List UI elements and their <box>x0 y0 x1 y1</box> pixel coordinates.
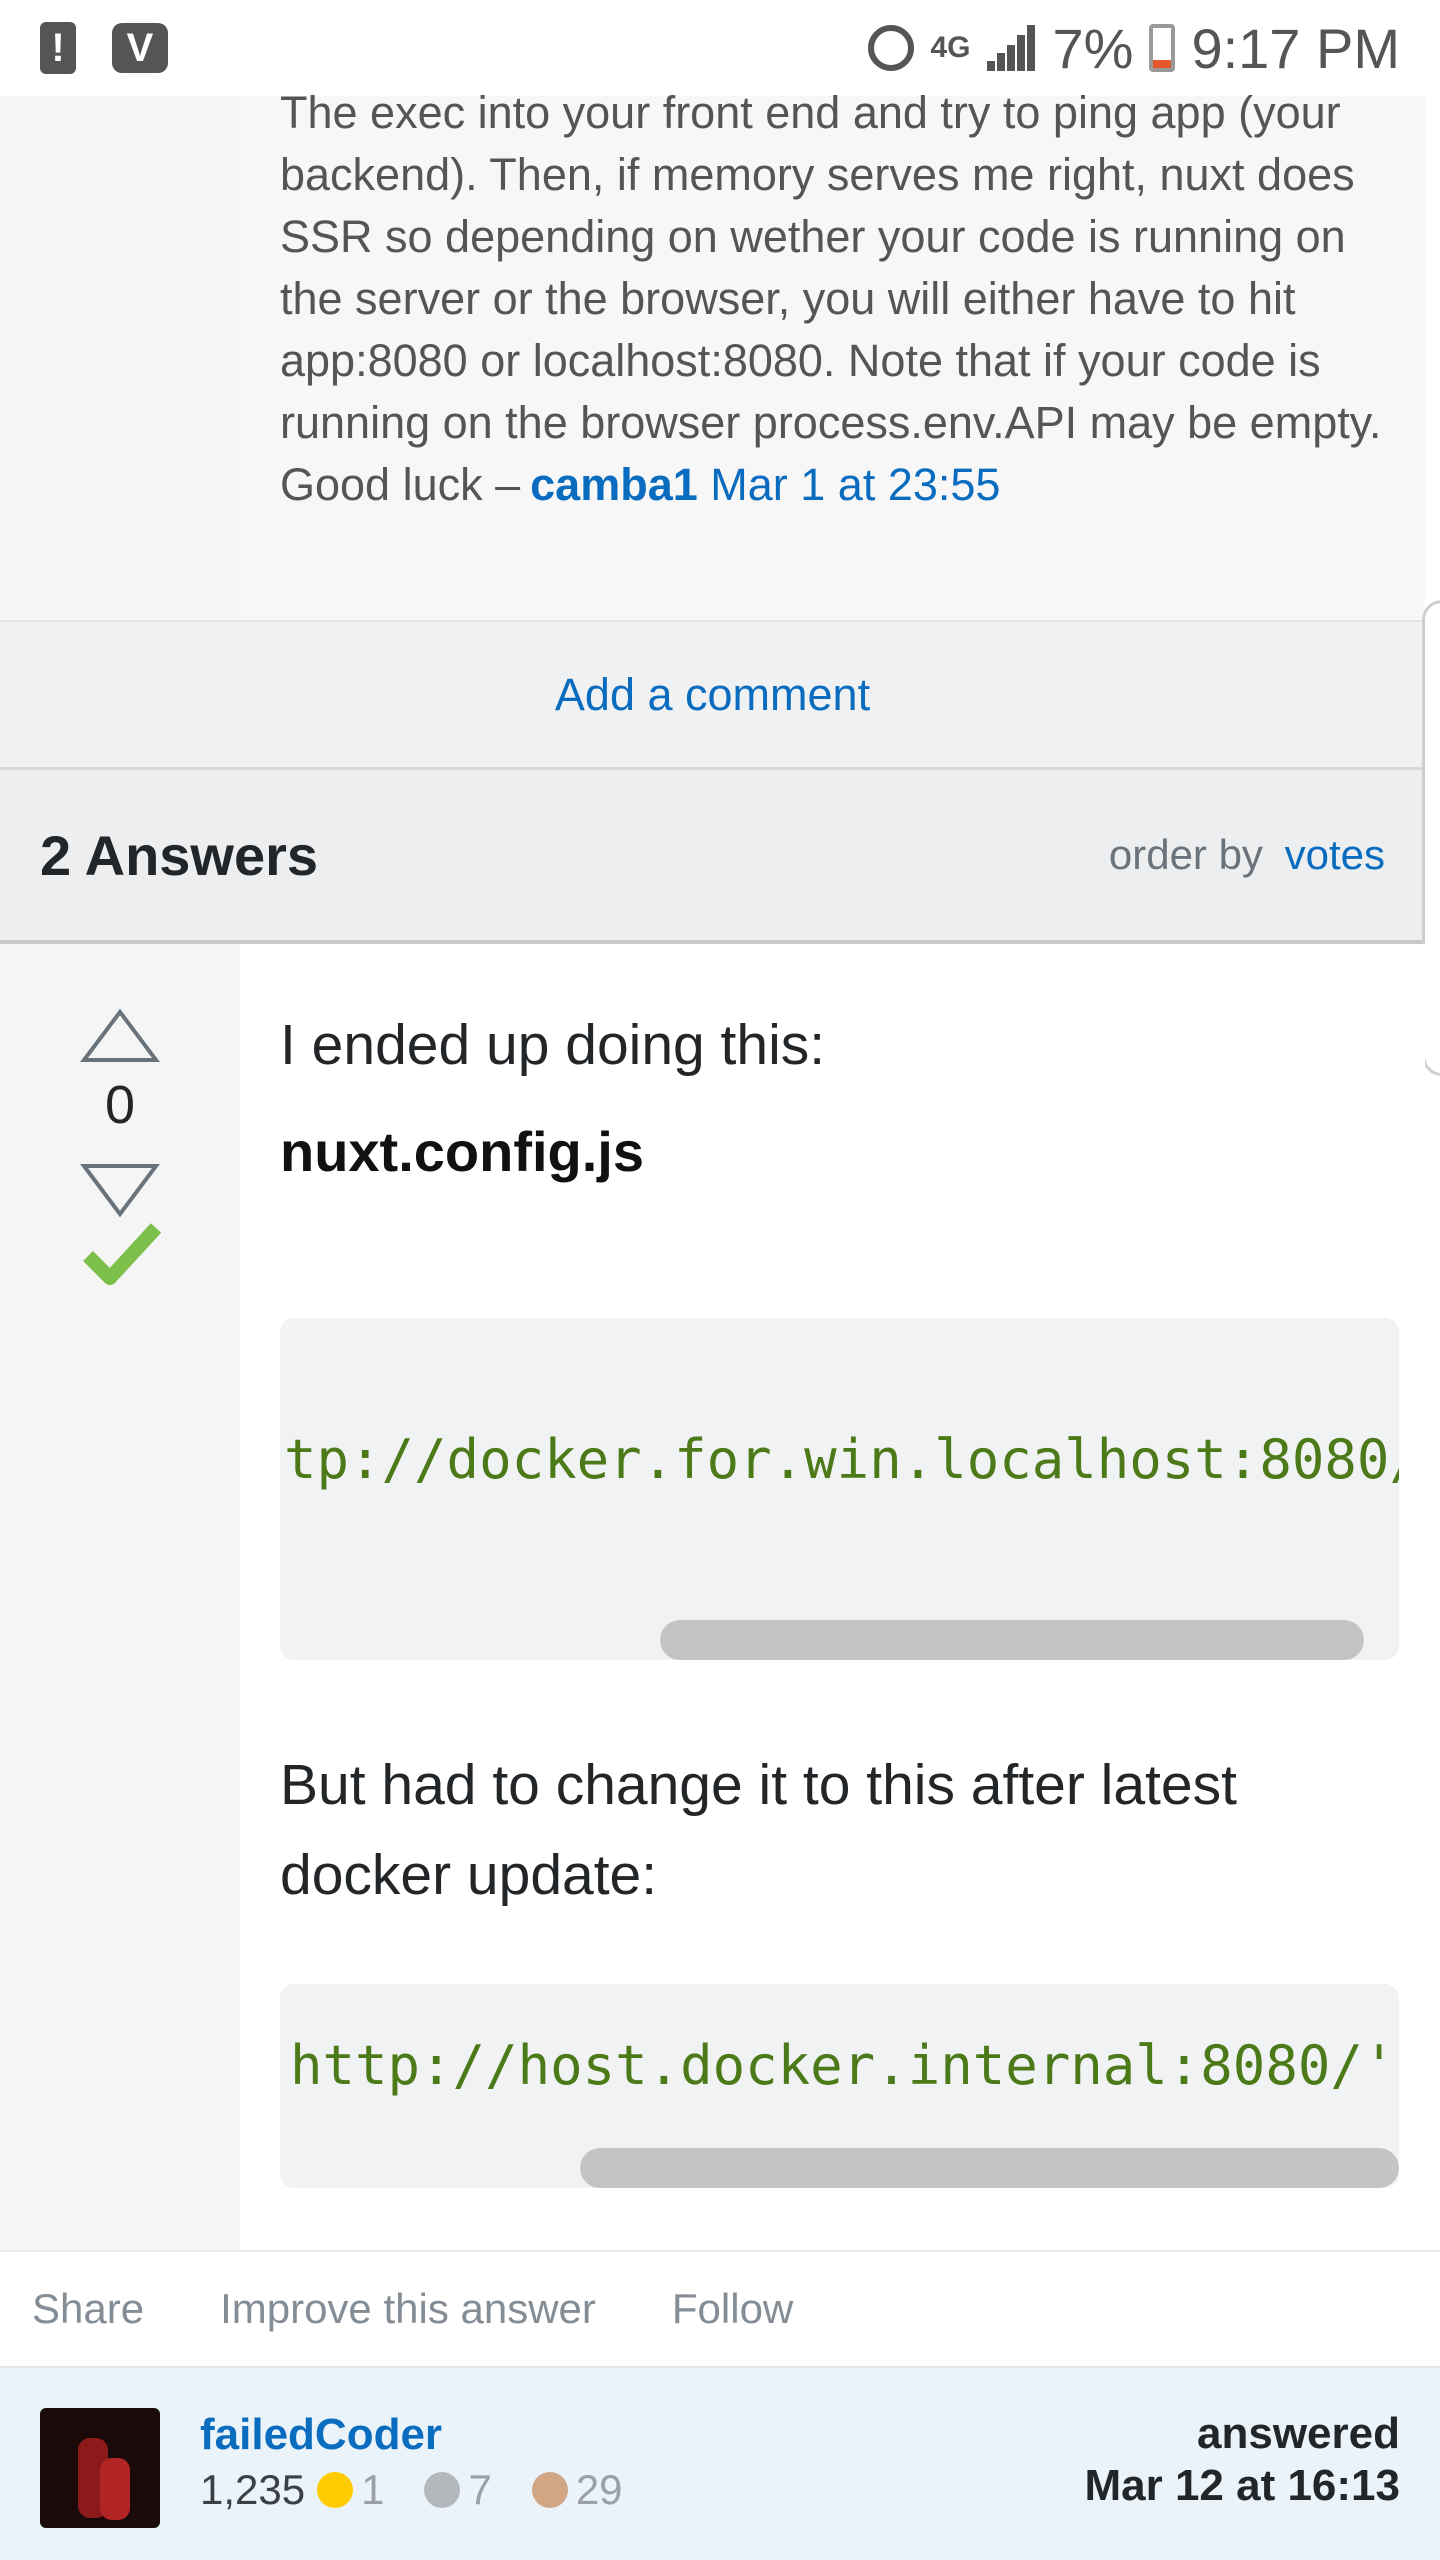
answer-actions: Share Improve this answer Follow <box>0 2250 1440 2368</box>
code-scrollbar-2[interactable] <box>580 2148 1399 2188</box>
silver-badge-count: 7 <box>468 2466 492 2513</box>
order-by: order by votes <box>1109 831 1385 879</box>
share-link[interactable]: Share <box>32 2285 144 2333</box>
comment: The exec into your front end and try to … <box>240 87 1425 620</box>
comment-area: The exec into your front end and try to … <box>0 87 1425 620</box>
reputation-score: 1,235 <box>200 2466 306 2513</box>
user-name-link[interactable]: failedCoder <box>200 2410 623 2460</box>
file-heading: nuxt.config.js <box>280 1120 644 1183</box>
user-info: failedCoder 1,235 1 7 29 <box>200 2410 623 2514</box>
app-notification-icon: V <box>112 23 168 73</box>
user-card: failedCoder 1,235 1 7 29 answered Mar 12… <box>0 2368 1440 2560</box>
comment-date[interactable]: Mar 1 at 23:55 <box>710 459 1000 510</box>
reputation-line: 1,235 1 7 29 <box>200 2466 623 2514</box>
answers-count-title: 2 Answers <box>40 823 319 887</box>
answer-body: I ended up doing this: nuxt.config.js tp… <box>240 944 1425 2250</box>
battery-percent: 7% <box>1052 16 1134 80</box>
code-text-1: tp://docker.for.win.localhost:8080/' <box>284 1428 1399 1491</box>
add-comment-link[interactable]: Add a comment <box>555 669 870 721</box>
alert-notification-icon: ! <box>40 22 76 74</box>
answers-header: 2 Answers order by votes <box>0 770 1425 944</box>
code-block-2[interactable]: http://host.docker.internal:8080/' <box>280 1984 1399 2188</box>
code-block-1[interactable]: tp://docker.for.win.localhost:8080/' <box>280 1318 1399 1660</box>
vote-column: 0 <box>0 944 240 2250</box>
add-comment-row: Add a comment <box>0 620 1425 770</box>
gold-badge-icon <box>317 2472 354 2508</box>
alarm-icon <box>868 25 915 71</box>
avatar[interactable] <box>40 2408 160 2528</box>
answered-date: Mar 12 at 16:13 <box>1084 2461 1400 2510</box>
answer-change-text: But had to change it to this after lates… <box>280 1753 1237 1907</box>
clock: 9:17 PM <box>1191 16 1400 80</box>
improve-answer-link[interactable]: Improve this answer <box>220 2285 596 2333</box>
answered-info: answered Mar 12 at 16:13 <box>1084 2408 1400 2512</box>
upvote-icon[interactable] <box>80 1008 160 1064</box>
network-type: 4G <box>930 31 971 64</box>
comment-text: The exec into your front end and try to … <box>280 87 1382 510</box>
signal-icon <box>986 25 1037 71</box>
answer-intro: I ended up doing this: <box>280 1013 826 1077</box>
bronze-badge-icon <box>531 2472 568 2508</box>
silver-badge-icon <box>424 2472 461 2508</box>
bronze-badge-count: 29 <box>575 2466 623 2513</box>
order-by-votes-link[interactable]: votes <box>1285 831 1385 878</box>
comment-user-link[interactable]: camba1 <box>530 459 698 510</box>
accepted-check-icon <box>83 1223 162 1285</box>
order-by-label: order by <box>1108 831 1263 878</box>
vote-count: 0 <box>104 1075 136 1135</box>
downvote-icon[interactable] <box>80 1162 160 1218</box>
battery-icon <box>1149 24 1176 72</box>
code-scrollbar-1[interactable] <box>660 1620 1364 1660</box>
gold-badge-count: 1 <box>361 2466 385 2513</box>
follow-link[interactable]: Follow <box>672 2285 793 2333</box>
code-text-2: http://host.docker.internal:8080/' <box>290 2034 1396 2097</box>
answered-label: answered <box>1197 2409 1400 2458</box>
